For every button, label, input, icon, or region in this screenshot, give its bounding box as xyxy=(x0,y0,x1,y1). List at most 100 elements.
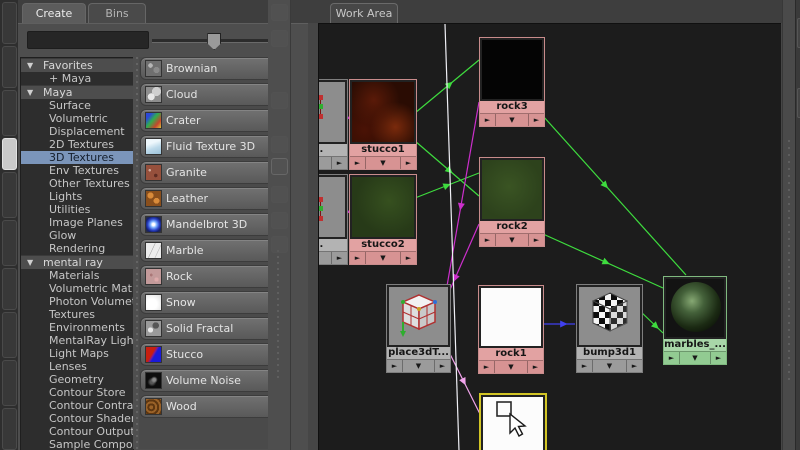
node-expand-arrow-icon[interactable]: ▼ xyxy=(318,252,332,264)
node-rock1[interactable]: rock1►▼► xyxy=(478,285,544,374)
node-output-arrow-icon[interactable]: ► xyxy=(627,360,642,372)
edge-toolbar-button[interactable] xyxy=(2,138,17,170)
wire-highlight[interactable] xyxy=(445,24,459,450)
side-toolbar-button[interactable] xyxy=(271,186,288,203)
tree-item-sample-compo[interactable]: Sample Compo... xyxy=(21,438,133,450)
tree-item-3d-textures[interactable]: 3D Textures xyxy=(21,151,133,164)
tree-item-contour-store[interactable]: Contour Store xyxy=(21,386,133,399)
texture-button-brownian[interactable]: Brownian xyxy=(140,57,276,80)
tree-item-utilities[interactable]: Utilities xyxy=(21,203,133,216)
node-output-arrow-icon[interactable]: ► xyxy=(332,157,347,169)
texture-button-fluid-texture-3d[interactable]: Fluid Texture 3D xyxy=(140,135,276,158)
texture-button-rock[interactable]: Rock xyxy=(140,265,276,288)
node-place3dtexture[interactable]: place3dT...►▼► xyxy=(386,284,451,373)
side-toolbar-button[interactable] xyxy=(271,236,288,253)
node-input-arrow-icon[interactable]: ► xyxy=(664,352,679,364)
tree-item-lights[interactable]: Lights xyxy=(21,190,133,203)
texture-button-marble[interactable]: Marble xyxy=(140,239,276,262)
edge-toolbar-button[interactable] xyxy=(2,90,17,136)
tree-item-maya[interactable]: + Maya xyxy=(21,72,133,85)
node-output-arrow-icon[interactable]: ► xyxy=(711,352,726,364)
node-output-arrow-icon[interactable]: ► xyxy=(528,361,543,373)
tree-item-2d-textures[interactable]: 2D Textures xyxy=(21,138,133,151)
tree-item-volumetric-mat[interactable]: Volumetric Mat... xyxy=(21,282,133,295)
node-input-arrow-icon[interactable]: ► xyxy=(480,234,495,246)
side-toolbar-button[interactable] xyxy=(271,92,288,109)
node-stucco1[interactable]: stucco1►▼► xyxy=(349,79,417,170)
node-expand-arrow-icon[interactable]: ▼ xyxy=(365,252,401,264)
side-toolbar-button[interactable] xyxy=(271,4,288,21)
texture-button-stucco[interactable]: Stucco xyxy=(140,343,276,366)
tree-item-lenses[interactable]: Lenses xyxy=(21,360,133,373)
node-output-arrow-icon[interactable]: ► xyxy=(401,252,416,264)
edge-toolbar-button[interactable] xyxy=(2,360,17,406)
node-input-arrow-icon[interactable]: ► xyxy=(387,360,402,372)
side-toolbar-button[interactable] xyxy=(271,158,288,175)
node-expand-arrow-icon[interactable]: ▼ xyxy=(592,360,627,372)
wire-placement[interactable] xyxy=(447,102,479,286)
texture-button-crater[interactable]: Crater xyxy=(140,109,276,132)
tab-work-area[interactable]: Work Area xyxy=(330,3,398,23)
node-bump3d1[interactable]: bump3d1►▼► xyxy=(576,284,643,373)
texture-button-wood[interactable]: Wood xyxy=(140,395,276,418)
node-expand-arrow-icon[interactable]: ▼ xyxy=(402,360,435,372)
tree-item-mentalray-lights[interactable]: MentalRay Lights xyxy=(21,334,133,347)
tab-create[interactable]: Create xyxy=(22,3,86,23)
texture-button-granite[interactable]: Granite xyxy=(140,161,276,184)
tree-item-light-maps[interactable]: Light Maps xyxy=(21,347,133,360)
node-expand-arrow-icon[interactable]: ▼ xyxy=(495,234,529,246)
tree-section-mental-ray[interactable]: ▼mental ray xyxy=(21,255,133,269)
texture-button-snow[interactable]: Snow xyxy=(140,291,276,314)
tree-item-contour-output[interactable]: Contour Output xyxy=(21,425,133,438)
node-input-arrow-icon[interactable]: ► xyxy=(480,114,495,126)
node-expand-arrow-icon[interactable]: ▼ xyxy=(318,157,332,169)
node-input-arrow-icon[interactable]: ► xyxy=(479,361,494,373)
edge-toolbar-button[interactable] xyxy=(2,408,17,450)
tree-item-materials[interactable]: Materials xyxy=(21,269,133,282)
texture-button-volume-noise[interactable]: Volume Noise xyxy=(140,369,276,392)
slider-handle-icon[interactable] xyxy=(207,33,221,50)
node-output-arrow-icon[interactable]: ► xyxy=(401,157,416,169)
edge-toolbar-button[interactable] xyxy=(2,46,17,88)
tree-item-geometry[interactable]: Geometry xyxy=(21,373,133,386)
tree-section-favorites[interactable]: ▼Favorites xyxy=(21,58,133,72)
side-toolbar-button[interactable] xyxy=(271,212,288,229)
tree-item-image-planes[interactable]: Image Planes xyxy=(21,216,133,229)
edge-toolbar-button[interactable] xyxy=(2,268,17,310)
texture-button-leather[interactable]: Leather xyxy=(140,187,276,210)
node-input-arrow-icon[interactable]: ► xyxy=(350,157,365,169)
texture-button-cloud[interactable]: Cloud xyxy=(140,83,276,106)
node-expand-arrow-icon[interactable]: ▼ xyxy=(494,361,528,373)
side-toolbar-button[interactable] xyxy=(271,136,288,153)
tree-item-glow[interactable]: Glow xyxy=(21,229,133,242)
tree-item-surface[interactable]: Surface xyxy=(21,99,133,112)
texture-button-solid-fractal[interactable]: Solid Fractal xyxy=(140,317,276,340)
node-input-arrow-icon[interactable]: ► xyxy=(350,252,365,264)
tree-item-environments[interactable]: Environments xyxy=(21,321,133,334)
node-input-arrow-icon[interactable]: ► xyxy=(577,360,592,372)
node-output-arrow-icon[interactable]: ► xyxy=(529,114,544,126)
node-rock2[interactable]: rock2►▼► xyxy=(479,157,545,247)
side-toolbar-button[interactable] xyxy=(271,30,288,47)
edge-toolbar-button[interactable] xyxy=(2,312,17,358)
icon-size-slider[interactable] xyxy=(152,39,272,43)
tree-item-volumetric[interactable]: Volumetric xyxy=(21,112,133,125)
tree-section-maya[interactable]: ▼Maya xyxy=(21,85,133,99)
node-expand-arrow-icon[interactable]: ▼ xyxy=(495,114,529,126)
node-expand-arrow-icon[interactable]: ▼ xyxy=(679,352,711,364)
edge-toolbar-button[interactable] xyxy=(2,172,17,218)
edge-toolbar-button[interactable] xyxy=(2,2,17,44)
tree-item-textures[interactable]: Textures xyxy=(21,308,133,321)
edge-toolbar-button[interactable] xyxy=(2,220,17,266)
filter-input[interactable] xyxy=(27,31,149,49)
tree-item-contour-contrast[interactable]: Contour Contrast xyxy=(21,399,133,412)
node-selected-node[interactable] xyxy=(479,393,547,450)
node-stucco2[interactable]: stucco2►▼► xyxy=(349,174,417,265)
tree-item-displacement[interactable]: Displacement xyxy=(21,125,133,138)
tree-item-contour-shader[interactable]: Contour Shader xyxy=(21,412,133,425)
texture-button-mandelbrot-3d[interactable]: Mandelbrot 3D xyxy=(140,213,276,236)
tree-item-other-textures[interactable]: Other Textures xyxy=(21,177,133,190)
node-place3dtexture-clipped-1[interactable]: T...►▼► xyxy=(318,79,348,170)
tab-bins[interactable]: Bins xyxy=(88,3,146,23)
node-output-arrow-icon[interactable]: ► xyxy=(332,252,347,264)
